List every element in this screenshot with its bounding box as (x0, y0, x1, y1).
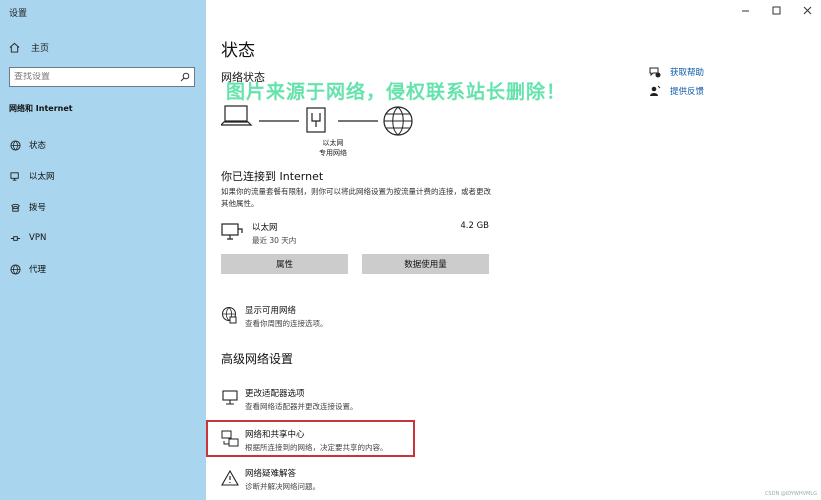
diagram-caption-ethernet: 以太网 (322, 139, 344, 147)
credit-watermark: CSDN @IDYWHVMLG (764, 491, 817, 497)
get-help-link[interactable]: 获取帮助 (649, 66, 704, 78)
internet-globe-icon (383, 106, 413, 136)
ethernet-period: 最近 30 天内 (252, 236, 297, 245)
troubleshooter-desc: 诊断并解决网络问题。 (245, 482, 320, 491)
sidebar-item-ethernet[interactable]: 以太网 (9, 168, 55, 184)
search-box[interactable] (9, 67, 195, 87)
troubleshooter-title: 网络疑难解答 (245, 469, 297, 479)
show-available-networks-link[interactable]: 显示可用网络 查看你周围的连接选项。 (221, 304, 481, 334)
ethernet-data-size: 4.2 GB (460, 221, 489, 231)
monitor-icon (9, 171, 21, 182)
settings-window: 设置 主页 网络和 Internet 状态 以太网 (0, 0, 821, 500)
show-networks-title: 显示可用网络 (245, 306, 297, 316)
home-icon (9, 42, 21, 53)
sidebar-home[interactable]: 主页 (9, 41, 49, 54)
sidebar: 设置 主页 网络和 Internet 状态 以太网 (0, 0, 206, 500)
sidebar-item-label: 以太网 (29, 172, 55, 182)
watermark-text: 图片来源于网络，侵权联系站长删除！ (226, 81, 567, 103)
search-icon[interactable] (180, 72, 190, 82)
warning-icon (221, 469, 239, 487)
network-globe-icon (221, 306, 239, 324)
sidebar-item-label: 状态 (29, 141, 47, 151)
adapter-monitor-icon (221, 389, 239, 407)
advanced-settings-heading: 高级网络设置 (221, 352, 294, 366)
adapter-options-title: 更改适配器选项 (245, 389, 305, 399)
sidebar-item-vpn[interactable]: VPN (9, 230, 46, 246)
phone-icon (9, 202, 21, 213)
adapter-options-link[interactable]: 更改适配器选项 查看网络适配器并更改连接设置。 (221, 387, 481, 417)
properties-button[interactable]: 属性 (221, 254, 348, 274)
adapter-options-desc: 查看网络适配器并更改连接设置。 (245, 402, 358, 411)
sidebar-item-status[interactable]: 状态 (9, 137, 46, 153)
globe-icon (9, 263, 21, 275)
sidebar-item-proxy[interactable]: 代理 (9, 261, 46, 277)
chat-help-icon (649, 66, 661, 78)
network-diagram: 以太网 专用网络 (221, 103, 421, 163)
ethernet-usage-row: 以太网 最近 30 天内 4.2 GB (221, 220, 489, 248)
feedback-label: 提供反馈 (670, 87, 705, 97)
sidebar-item-label: 拨号 (29, 203, 47, 213)
globe-icon (9, 139, 21, 151)
laptop-icon (221, 105, 253, 126)
ethernet-name: 以太网 (252, 223, 278, 233)
show-networks-desc: 查看你周围的连接选项。 (245, 319, 328, 328)
sidebar-item-label: 代理 (29, 265, 47, 275)
connected-heading: 你已连接到 Internet (221, 170, 324, 183)
get-help-label: 获取帮助 (670, 68, 705, 78)
connected-description: 如果你的流量套餐有限制，则你可以将此网络设置为按流量计费的连接，或者更改其他属性… (221, 187, 491, 208)
sidebar-item-label: VPN (29, 233, 47, 243)
page-title: 状态 (221, 41, 255, 61)
sidebar-section-title: 网络和 Internet (9, 104, 73, 113)
highlight-box (206, 420, 415, 457)
ethernet-port-icon (306, 107, 326, 133)
feedback-link[interactable]: 提供反馈 (649, 85, 704, 97)
vpn-icon (9, 233, 21, 244)
search-input[interactable] (14, 72, 180, 82)
ethernet-monitor-icon (221, 223, 243, 241)
sidebar-home-label: 主页 (31, 44, 50, 54)
network-troubleshooter-link[interactable]: 网络疑难解答 诊断并解决网络问题。 (221, 467, 481, 497)
sidebar-item-dialup[interactable]: 拨号 (9, 199, 46, 215)
window-title: 设置 (9, 9, 28, 19)
data-usage-button[interactable]: 数据使用量 (362, 254, 489, 274)
feedback-person-icon (649, 85, 661, 97)
diagram-caption-private: 专用网络 (319, 149, 347, 157)
